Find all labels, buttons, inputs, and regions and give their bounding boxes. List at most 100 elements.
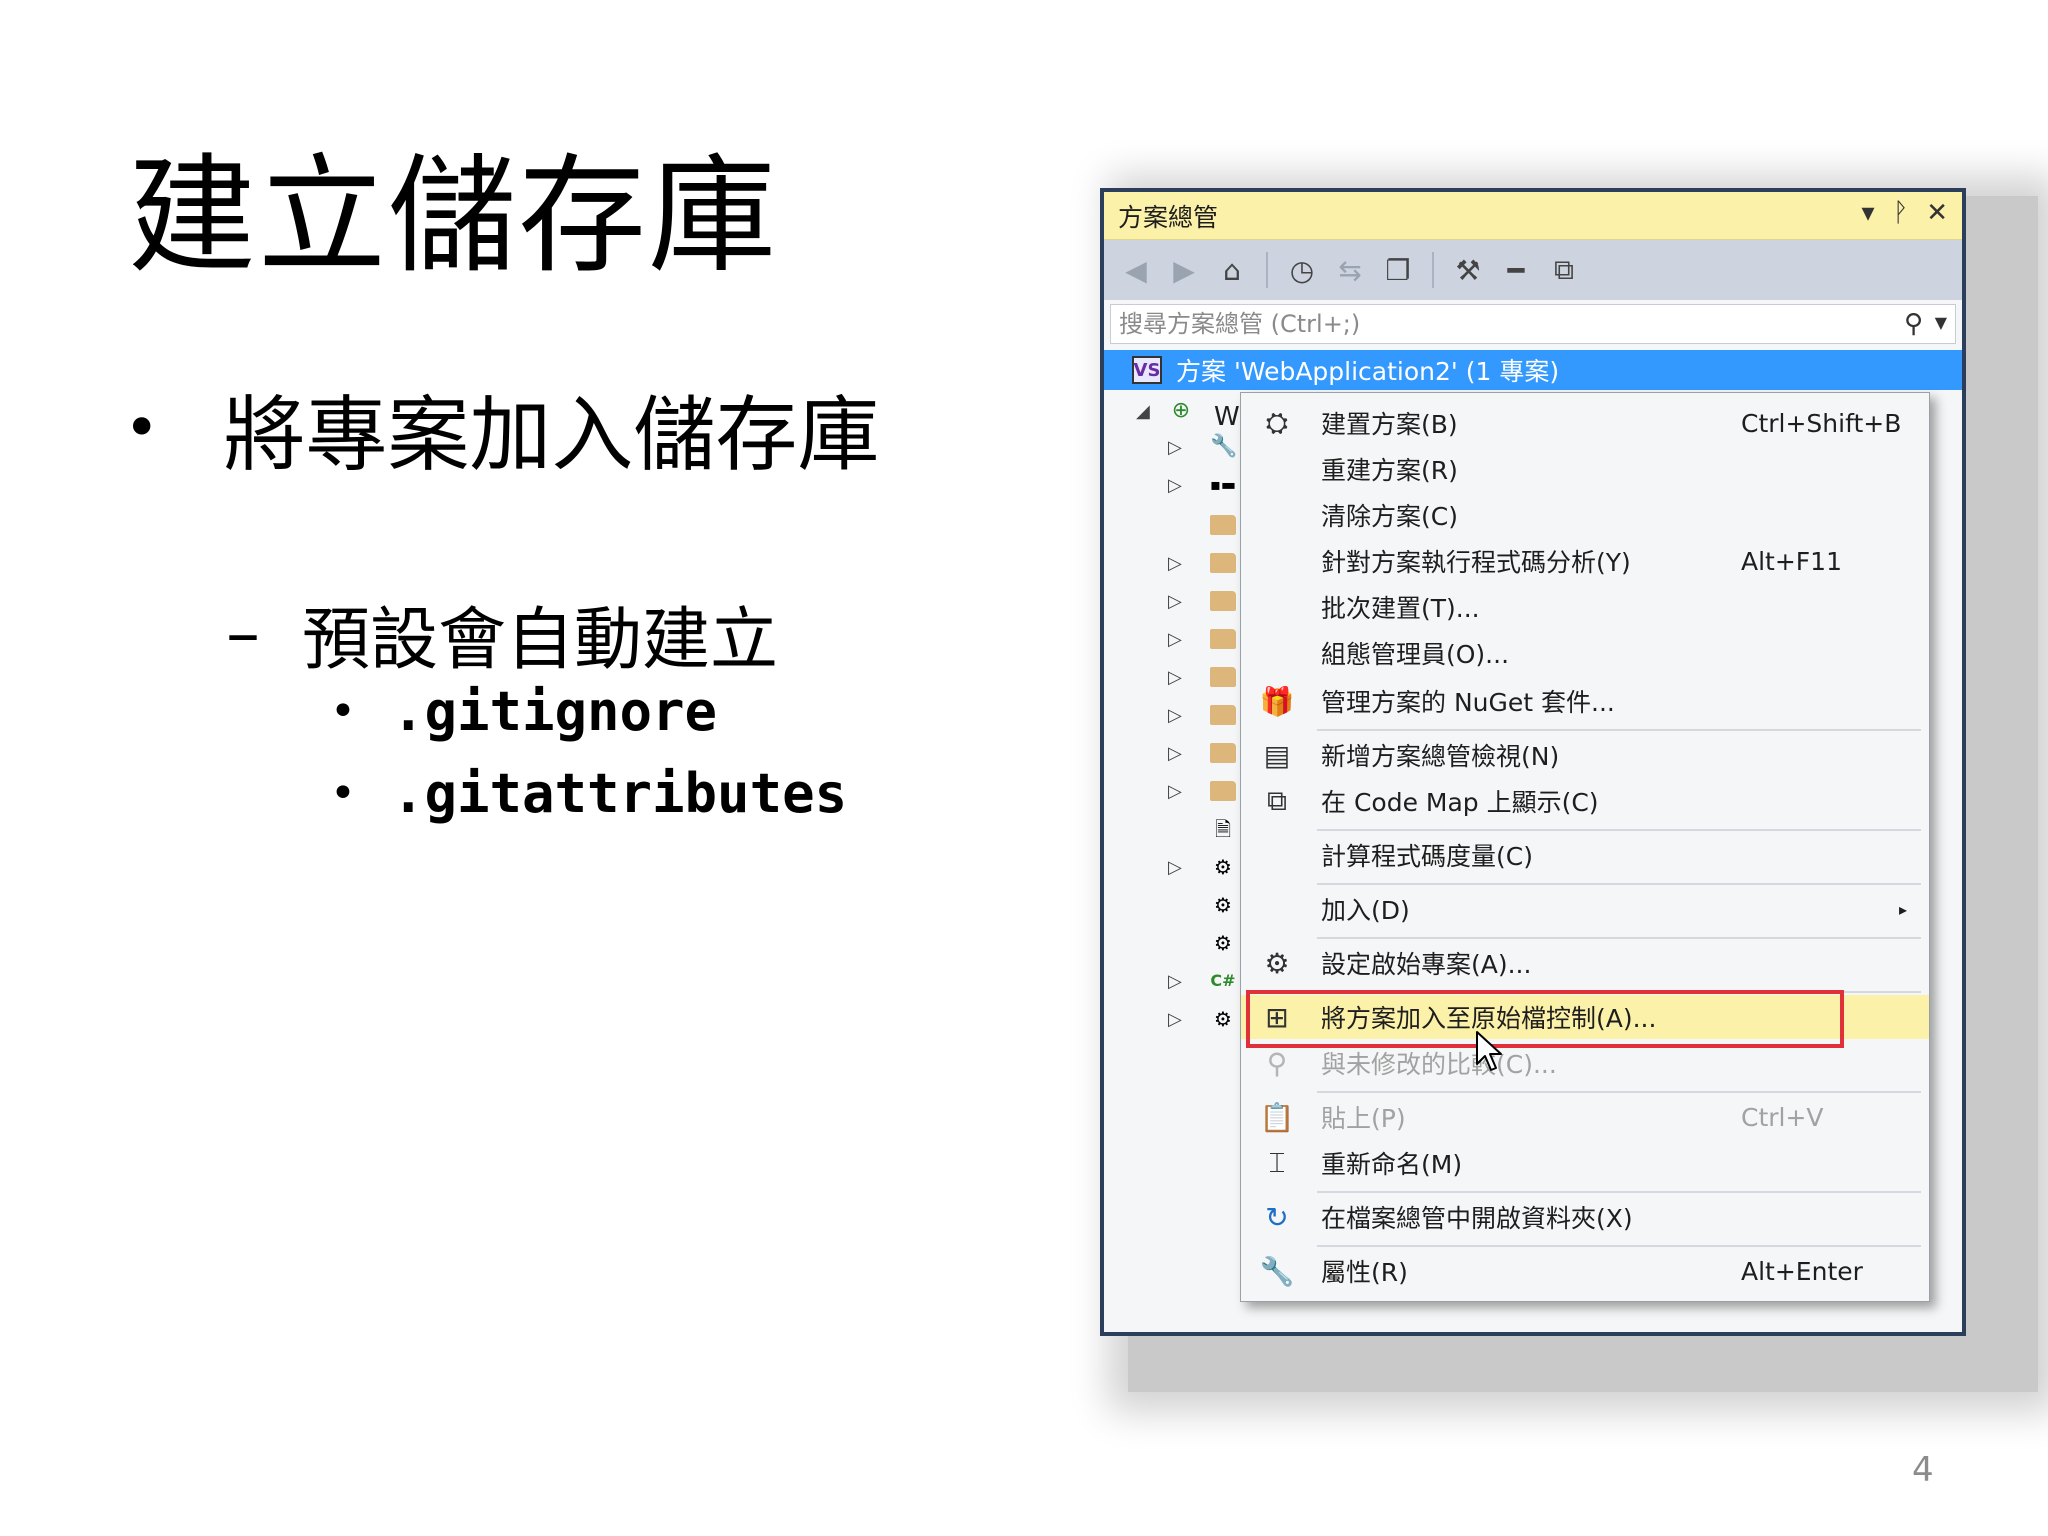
- menu-item-code-analysis[interactable]: 針對方案執行程式碼分析(Y) Alt+F11: [1241, 539, 1929, 583]
- new-view-icon: ▤: [1263, 738, 1291, 772]
- menu-item-rebuild-solution[interactable]: 重建方案(R): [1241, 447, 1929, 491]
- menu-item-label: 重建方案(R): [1321, 456, 1458, 485]
- tree-row[interactable]: ▷: [1104, 622, 1244, 656]
- slide-title: 建立儲存庫: [128, 142, 779, 291]
- tree-row[interactable]: ▷: [1104, 736, 1244, 770]
- bullet-level1: • 將專案加入儲存庫: [124, 368, 879, 487]
- config-file-icon: ⚙: [1214, 893, 1232, 917]
- back-icon[interactable]: ◀: [1122, 254, 1150, 287]
- collapsed-arrow-icon[interactable]: ▷: [1168, 781, 1182, 802]
- collapsed-arrow-icon[interactable]: ▷: [1168, 705, 1182, 726]
- close-icon[interactable]: ✕: [1926, 198, 1948, 228]
- menu-separator: [1317, 1091, 1921, 1093]
- menu-item-build-solution[interactable]: ⛭ 建置方案(B) Ctrl+Shift+B: [1241, 401, 1929, 445]
- bullet-dot: •: [330, 686, 356, 737]
- menu-item-shortcut: Alt+Enter: [1741, 1256, 1863, 1286]
- tree-row-project[interactable]: ◢ ⊕ W: [1104, 394, 1244, 433]
- sync-icon[interactable]: ⇆: [1336, 254, 1364, 287]
- menu-item-properties[interactable]: 🔧 屬性(R) Alt+Enter: [1241, 1249, 1929, 1293]
- menu-item-label: 貼上(P): [1321, 1104, 1406, 1133]
- menu-separator: [1317, 1245, 1921, 1247]
- code-map-icon[interactable]: ⧉: [1550, 253, 1578, 287]
- solution-explorer-titlebar: 方案總管 ▾ ᚹ ✕: [1104, 192, 1962, 240]
- csharp-file-icon: C#: [1210, 971, 1236, 990]
- forward-icon[interactable]: ▶: [1170, 254, 1198, 287]
- tree-row[interactable]: ▷: [1104, 774, 1244, 808]
- menu-item-show-on-code-map[interactable]: ⧉ 在 Code Map 上顯示(C): [1241, 779, 1929, 823]
- collapsed-arrow-icon[interactable]: ▷: [1168, 475, 1182, 496]
- menu-item-add[interactable]: 加入(D) ▸: [1241, 887, 1929, 931]
- tree-row[interactable]: ▷: [1104, 660, 1244, 694]
- tree-row[interactable]: 🗎: [1104, 812, 1244, 846]
- properties-icon[interactable]: ⚒: [1454, 254, 1482, 287]
- collapsed-arrow-icon[interactable]: ▷: [1168, 1009, 1182, 1030]
- menu-item-shortcut: Ctrl+V: [1741, 1102, 1824, 1132]
- home-icon[interactable]: ⌂: [1218, 254, 1246, 287]
- collapsed-arrow-icon[interactable]: ▷: [1168, 553, 1182, 574]
- rename-icon: ⌶: [1268, 1146, 1286, 1179]
- nuget-icon: 🎁: [1259, 684, 1295, 718]
- collapsed-arrow-icon[interactable]: ▷: [1168, 971, 1182, 992]
- expanded-arrow-icon[interactable]: ◢: [1136, 401, 1150, 422]
- menu-item-label: 管理方案的 NuGet 套件...: [1321, 688, 1615, 717]
- references-icon: ▪▬: [1210, 475, 1236, 494]
- tree-row[interactable]: ▷ ⚙: [1104, 850, 1244, 884]
- menu-item-manage-nuget[interactable]: 🎁 管理方案的 NuGet 套件...: [1241, 679, 1929, 723]
- search-input[interactable]: [1119, 308, 1879, 340]
- menu-separator: [1317, 829, 1921, 831]
- folder-icon: [1210, 781, 1236, 801]
- menu-item-batch-build[interactable]: 批次建置(T)...: [1241, 585, 1929, 629]
- bullet-level3-text: .gitignore: [391, 680, 718, 743]
- pin-icon[interactable]: ᚹ: [1893, 198, 1909, 228]
- menu-item-shortcut: Alt+F11: [1741, 546, 1842, 576]
- menu-item-clean-solution[interactable]: 清除方案(C): [1241, 493, 1929, 537]
- collapsed-arrow-icon[interactable]: ▷: [1168, 743, 1182, 764]
- menu-item-configuration-manager[interactable]: 組態管理員(O)...: [1241, 631, 1929, 675]
- tree-row[interactable]: ▷: [1104, 546, 1244, 580]
- menu-item-set-startup-project[interactable]: ⚙ 設定啟始專案(A)...: [1241, 941, 1929, 985]
- tree-row[interactable]: ⚙: [1104, 926, 1244, 960]
- paste-icon: 📋: [1259, 1100, 1295, 1134]
- menu-item-open-in-explorer[interactable]: ↻ 在檔案總管中開啟資料夾(X): [1241, 1195, 1929, 1239]
- dropdown-icon[interactable]: ▾: [1862, 198, 1875, 228]
- menu-item-new-explorer-view[interactable]: ▤ 新增方案總管檢視(N): [1241, 733, 1929, 777]
- solution-label: 方案 'WebApplication2' (1 專案): [1176, 357, 1560, 386]
- collapsed-arrow-icon[interactable]: ▷: [1168, 629, 1182, 650]
- gear-icon: ⚙: [1264, 946, 1290, 980]
- tree-row[interactable]: ▷ ▪▬: [1104, 468, 1244, 502]
- collapsed-arrow-icon[interactable]: ▷: [1168, 667, 1182, 688]
- window-buttons: ▾ ᚹ ✕: [1862, 198, 1948, 228]
- file-icon: 🗎: [1214, 817, 1232, 841]
- collapsed-arrow-icon[interactable]: ▷: [1168, 591, 1182, 612]
- project-label: W: [1214, 402, 1240, 432]
- menu-item-label: 新增方案總管檢視(N): [1321, 742, 1560, 771]
- bullet-level3-gitattributes: • .gitattributes: [330, 762, 847, 825]
- tree-row[interactable]: ▷: [1104, 698, 1244, 732]
- bullet-level3-gitignore: • .gitignore: [330, 680, 717, 743]
- tree-row-solution[interactable]: VS 方案 'WebApplication2' (1 專案): [1104, 350, 1962, 390]
- tree-row[interactable]: [1104, 508, 1244, 542]
- tree-row[interactable]: ▷: [1104, 584, 1244, 618]
- history-icon[interactable]: ◷: [1288, 254, 1316, 287]
- open-folder-icon: ↻: [1265, 1200, 1289, 1234]
- folder-icon: [1210, 591, 1236, 611]
- search-box: ⚲ ▼: [1110, 304, 1956, 344]
- tree-row[interactable]: ▷ ⚙: [1104, 1002, 1244, 1036]
- mouse-cursor-icon: [1476, 1031, 1502, 1071]
- collapsed-arrow-icon[interactable]: ▷: [1168, 857, 1182, 878]
- menu-item-rename[interactable]: ⌶ 重新命名(M): [1241, 1141, 1929, 1185]
- collapsed-arrow-icon[interactable]: ▷: [1168, 437, 1182, 458]
- chevron-down-icon[interactable]: ▼: [1935, 313, 1947, 332]
- pending-changes-icon[interactable]: ━: [1502, 254, 1530, 287]
- menu-item-paste[interactable]: 📋 貼上(P) Ctrl+V: [1241, 1095, 1929, 1139]
- wrench-icon: 🔧: [1259, 1254, 1295, 1288]
- menu-item-calculate-metrics[interactable]: 計算程式碼度量(C): [1241, 833, 1929, 877]
- collapse-all-icon[interactable]: ❐: [1384, 254, 1412, 287]
- tree-row[interactable]: ⚙: [1104, 888, 1244, 922]
- web-project-icon: ⊕: [1171, 398, 1191, 423]
- tree-row[interactable]: ▷ C#: [1104, 964, 1244, 998]
- tree-row[interactable]: ▷ 🔧: [1104, 430, 1244, 464]
- folder-icon: [1210, 743, 1236, 763]
- menu-item-label: 在 Code Map 上顯示(C): [1321, 788, 1599, 817]
- search-icon[interactable]: ⚲: [1904, 309, 1923, 339]
